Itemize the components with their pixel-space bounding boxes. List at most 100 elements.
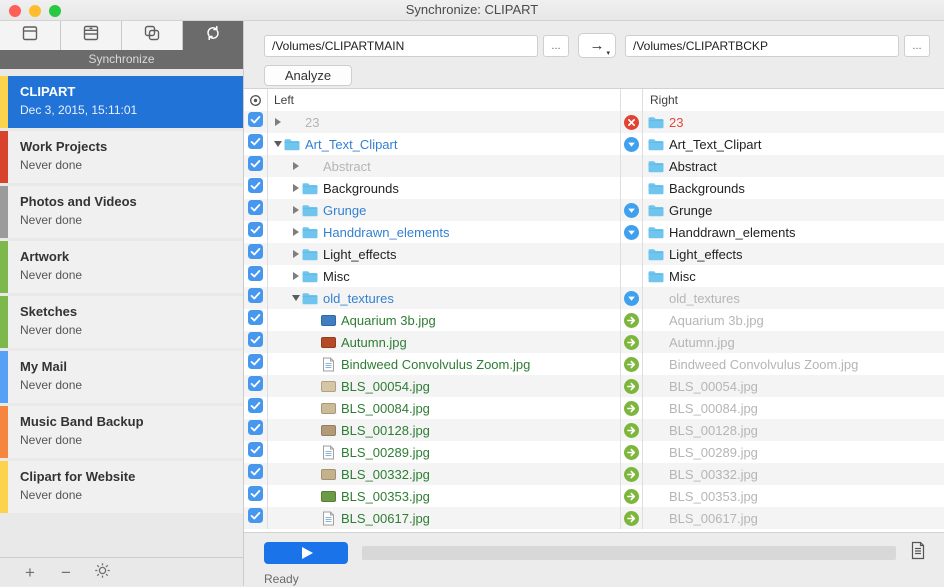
sync-row[interactable]: Misc Misc (244, 265, 944, 287)
sidebar-task-my-mail[interactable]: My Mail Never done (0, 351, 243, 403)
minimize-window-button[interactable] (29, 5, 41, 17)
row-checkbox[interactable] (248, 244, 263, 264)
browse-right-button[interactable]: ... (904, 34, 930, 57)
sync-row[interactable]: Light_effects Light_effects (244, 243, 944, 265)
sync-row[interactable]: BLS_00353.jpg BLS_00353.jpg (244, 485, 944, 507)
log-document-icon[interactable] (910, 541, 926, 565)
row-checkbox[interactable] (248, 354, 263, 374)
remove-task-button[interactable]: − (56, 564, 76, 581)
row-checkbox[interactable] (248, 398, 263, 418)
row-checkbox[interactable] (248, 442, 263, 462)
sync-row[interactable]: old_textures old_textures (244, 287, 944, 309)
disclosure-expanded-icon[interactable] (290, 295, 302, 301)
sync-row[interactable]: BLS_00128.jpg BLS_00128.jpg (244, 419, 944, 441)
right-path-input[interactable] (625, 34, 899, 57)
sync-row[interactable]: Handdrawn_elements Handdrawn_elements (244, 221, 944, 243)
disclosure-collapsed-icon[interactable] (290, 272, 302, 280)
sync-row[interactable]: BLS_00289.jpg BLS_00289.jpg (244, 441, 944, 463)
empty-icon-slot (302, 159, 318, 173)
add-task-button[interactable]: + (20, 564, 40, 581)
zoom-window-button[interactable] (49, 5, 61, 17)
sync-row[interactable]: BLS_00054.jpg BLS_00054.jpg (244, 375, 944, 397)
folder-icon (648, 269, 664, 283)
copy-right-status-icon[interactable] (624, 356, 639, 372)
tab-archive-drawer[interactable] (61, 21, 122, 50)
sync-row[interactable]: BLS_00332.jpg BLS_00332.jpg (244, 463, 944, 485)
close-window-button[interactable] (9, 5, 21, 17)
folder-icon (648, 181, 664, 195)
copy-right-status-icon[interactable] (624, 422, 639, 438)
row-checkbox[interactable] (248, 200, 263, 220)
task-color-strip (0, 296, 8, 348)
row-checkbox[interactable] (248, 310, 263, 330)
copy-right-status-icon[interactable] (624, 466, 639, 482)
delete-status-icon[interactable] (624, 114, 639, 130)
row-checkbox-cell (244, 221, 268, 243)
disclosure-collapsed-icon[interactable] (290, 228, 302, 236)
row-checkbox-cell (244, 265, 268, 287)
disclosure-collapsed-icon[interactable] (290, 184, 302, 192)
disclosure-collapsed-icon[interactable] (290, 250, 302, 258)
row-checkbox[interactable] (248, 332, 263, 352)
copy-right-status-icon[interactable] (624, 312, 639, 328)
sync-row[interactable]: Art_Text_Clipart Art_Text_Clipart (244, 133, 944, 155)
task-title: Photos and Videos (20, 194, 137, 209)
row-checkbox[interactable] (248, 508, 263, 528)
sync-row[interactable]: Abstract Abstract (244, 155, 944, 177)
update-status-icon[interactable] (624, 290, 639, 306)
row-checkbox[interactable] (248, 288, 263, 308)
update-status-icon[interactable] (624, 136, 639, 152)
sidebar-task-clipart[interactable]: CLIPART Dec 3, 2015, 15:11:01 (0, 76, 243, 128)
file-name-label: Backgrounds (323, 180, 399, 196)
tab-clone-copy[interactable] (122, 21, 183, 50)
settings-gear-icon[interactable] (92, 562, 112, 582)
copy-right-status-icon[interactable] (624, 378, 639, 394)
row-checkbox[interactable] (248, 178, 263, 198)
sidebar-task-artwork[interactable]: Artwork Never done (0, 241, 243, 293)
browse-left-button[interactable]: ... (543, 34, 569, 57)
start-sync-button[interactable] (264, 542, 348, 564)
row-checkbox[interactable] (248, 134, 263, 154)
tab-backup-box[interactable] (0, 21, 61, 50)
copy-right-status-icon[interactable] (624, 510, 639, 526)
analyze-button[interactable]: Analyze (264, 65, 352, 86)
row-checkbox[interactable] (248, 266, 263, 286)
disclosure-collapsed-icon[interactable] (290, 206, 302, 214)
sync-row[interactable]: Backgrounds Backgrounds (244, 177, 944, 199)
sync-row[interactable]: Autumn.jpg Autumn.jpg (244, 331, 944, 353)
row-checkbox[interactable] (248, 464, 263, 484)
sync-row[interactable]: Grunge Grunge (244, 199, 944, 221)
row-checkbox[interactable] (248, 376, 263, 396)
sidebar-task-music-band-backup[interactable]: Music Band Backup Never done (0, 406, 243, 458)
tab-synchronize-arrows[interactable] (183, 21, 243, 50)
copy-right-status-icon[interactable] (624, 334, 639, 350)
row-checkbox[interactable] (248, 486, 263, 506)
sync-row[interactable]: Aquarium 3b.jpg Aquarium 3b.jpg (244, 309, 944, 331)
copy-right-status-icon[interactable] (624, 444, 639, 460)
row-checkbox[interactable] (248, 156, 263, 176)
app-window: Synchronize: CLIPART Synchronize CLIPART… (0, 0, 944, 587)
sidebar-task-photos-and-videos[interactable]: Photos and Videos Never done (0, 186, 243, 238)
sync-direction-button[interactable]: → ▾ (578, 33, 616, 58)
sidebar-task-clipart-for-website[interactable]: Clipart for Website Never done (0, 461, 243, 513)
update-status-icon[interactable] (624, 202, 639, 218)
disclosure-collapsed-icon[interactable] (272, 118, 284, 126)
left-path-input[interactable] (264, 34, 538, 57)
row-checkbox[interactable] (248, 112, 263, 132)
sidebar-task-sketches[interactable]: Sketches Never done (0, 296, 243, 348)
sidebar-task-work-projects[interactable]: Work Projects Never done (0, 131, 243, 183)
sync-row[interactable]: Bindweed Convolvulus Zoom.jpg Bindweed Co… (244, 353, 944, 375)
folder-icon (648, 225, 664, 239)
sync-row[interactable]: BLS_00617.jpg BLS_00617.jpg (244, 507, 944, 529)
disclosure-collapsed-icon[interactable] (290, 162, 302, 170)
row-checkbox[interactable] (248, 420, 263, 440)
sync-row[interactable]: 23 23 (244, 111, 944, 133)
row-checkbox-cell (244, 375, 268, 397)
disclosure-expanded-icon[interactable] (272, 141, 284, 147)
row-checkbox[interactable] (248, 222, 263, 242)
copy-right-status-icon[interactable] (624, 488, 639, 504)
copy-right-status-icon[interactable] (624, 400, 639, 416)
sync-row[interactable]: BLS_00084.jpg BLS_00084.jpg (244, 397, 944, 419)
folder-icon (302, 247, 318, 261)
update-status-icon[interactable] (624, 224, 639, 240)
